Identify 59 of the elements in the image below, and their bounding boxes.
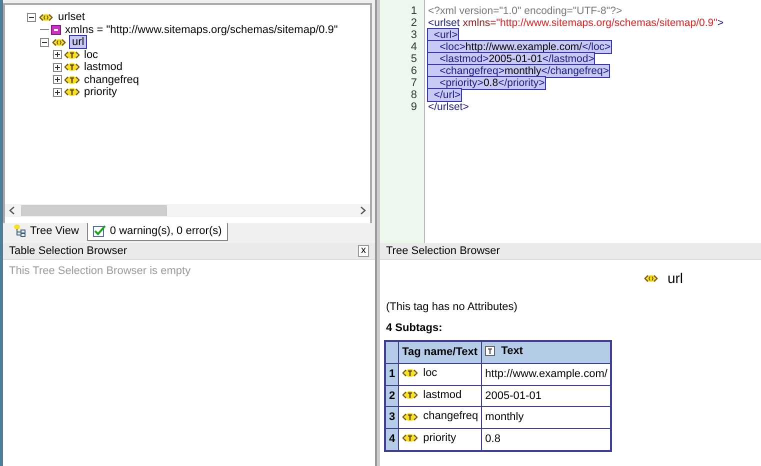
line-number: 1 — [410, 5, 418, 17]
tree-node[interactable]: loc — [82, 48, 100, 61]
text-element-icon — [402, 412, 418, 422]
row-number: 3 — [385, 406, 399, 428]
attribute-icon — [51, 24, 61, 35]
element-icon — [51, 38, 67, 47]
text-element-icon — [64, 50, 80, 60]
line-number: 5 — [410, 53, 418, 65]
code-line: </urlset> — [428, 101, 469, 113]
collapse-icon[interactable] — [40, 38, 49, 47]
tag-name: loc — [423, 366, 438, 381]
expand-icon[interactable] — [53, 62, 62, 72]
attributes-note: (This tag has no Attributes) — [385, 300, 518, 315]
code-line: <?xml version="1.0" encoding="UTF-8"?> — [428, 5, 622, 17]
expand-icon[interactable] — [53, 88, 62, 97]
collapse-icon[interactable] — [27, 12, 36, 22]
column-label: Text — [501, 344, 523, 359]
tag-name: url — [667, 269, 683, 288]
row-number: 1 — [385, 363, 399, 385]
line-number: 3 — [410, 29, 418, 41]
code-line: <urlset xmlns="http://www.sitemaps.org/schemas/sitemap/0.9"> — [428, 17, 724, 29]
line-number: 8 — [410, 89, 418, 101]
checkmark-icon — [92, 224, 106, 237]
tag-name: changefreq — [423, 409, 478, 424]
line-number: 9 — [410, 101, 418, 113]
tree-node[interactable]: url — [69, 35, 88, 50]
tree-node[interactable]: urlset — [56, 11, 87, 24]
empty-message: This Tree Selection Browser is empty — [8, 264, 192, 279]
tag-name: lastmod — [423, 388, 462, 402]
line-number: 6 — [410, 65, 418, 77]
expand-icon[interactable] — [53, 75, 62, 84]
tree-node[interactable]: lastmod — [82, 61, 125, 74]
tree-node[interactable]: priority — [82, 86, 120, 98]
view-tab[interactable]: 0 warning(s), 0 error(s) — [86, 222, 228, 241]
column-header: Tag name/Text — [398, 341, 482, 364]
text-icon — [485, 346, 496, 356]
row-number: 2 — [385, 385, 399, 407]
text-element-icon — [64, 87, 80, 98]
line-number: 4 — [410, 41, 418, 53]
tree-node[interactable]: xmlns = "http://www.sitemaps.org/schemas/sitemap/0.9" — [63, 24, 340, 36]
row-number: 4 — [385, 428, 399, 451]
tree-view-icon — [13, 224, 26, 238]
panel-title: Table Selection Browser — [9, 244, 128, 259]
subtags-heading: 4 Subtags: — [385, 320, 444, 336]
close-button[interactable]: x — [358, 245, 369, 257]
tag-name: priority — [423, 431, 456, 446]
text-element-icon — [64, 74, 80, 85]
scrollbar-thumb[interactable] — [21, 205, 167, 216]
line-number: 2 — [410, 17, 418, 29]
text-element-icon — [402, 433, 418, 444]
text-element-icon — [64, 62, 80, 72]
tree-node[interactable]: changefreq — [82, 74, 142, 86]
text-element-icon — [402, 368, 418, 378]
element-icon — [643, 274, 660, 283]
expand-icon[interactable] — [53, 50, 62, 60]
element-icon — [38, 12, 54, 22]
panel-title: Tree Selection Browser — [386, 244, 500, 259]
line-number: 7 — [410, 77, 418, 89]
text-element-icon — [402, 390, 418, 400]
